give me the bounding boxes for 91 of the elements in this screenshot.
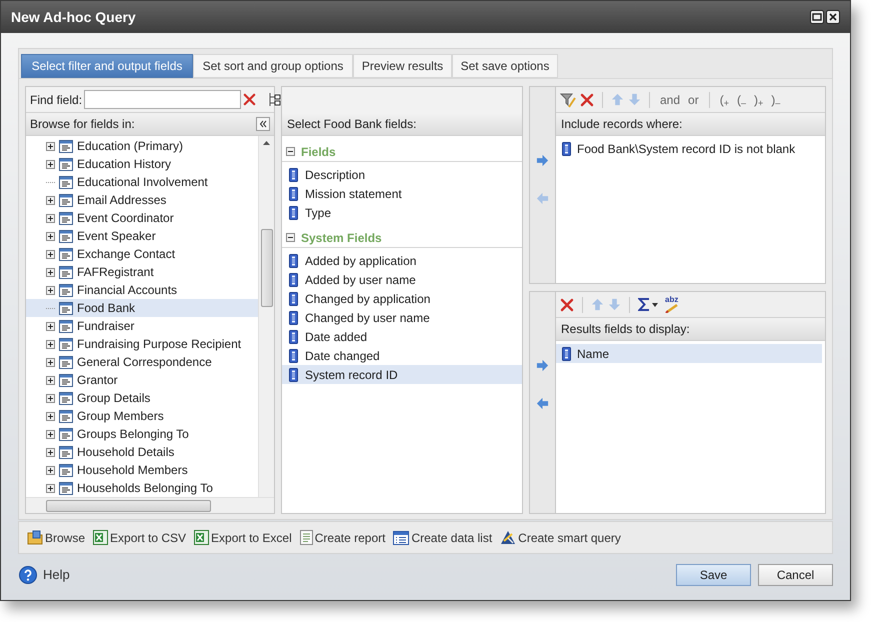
tree-item[interactable]: Email Addresses xyxy=(26,191,258,209)
tree-item[interactable]: Educational Involvement xyxy=(26,173,258,191)
operator-button[interactable]: ($_{+}$ xyxy=(718,90,731,108)
panel-header: Include records where: xyxy=(561,116,682,133)
tree-item-label: General Correspondence xyxy=(77,354,212,371)
field-label: Added by application xyxy=(305,252,416,270)
field-label: Name xyxy=(577,346,610,362)
tab[interactable]: Set sort and group options xyxy=(193,54,353,78)
field-label: Date added xyxy=(305,328,368,346)
tree-item[interactable]: Event Coordinator xyxy=(26,209,258,227)
tree-item[interactable]: Household Details xyxy=(26,443,258,461)
group-title: System Fields xyxy=(301,230,382,246)
cancel-button[interactable]: Cancel xyxy=(758,564,833,586)
tree-item-label: Group Details xyxy=(77,390,150,407)
tree-item[interactable]: FAFRegistrant xyxy=(26,263,258,281)
tree-item[interactable]: Household Members xyxy=(26,461,258,479)
tree-item[interactable]: Fundraising Purpose Recipient xyxy=(26,335,258,353)
tree-item[interactable]: Group Members xyxy=(26,407,258,425)
field-item[interactable]: Description xyxy=(282,165,522,184)
field-label: Mission statement xyxy=(305,186,402,202)
field-item[interactable]: Mission statement xyxy=(282,184,522,203)
rename-label: abz xyxy=(665,296,678,304)
action-button[interactable]: Export to CSV xyxy=(93,528,186,546)
browse-header: Browse for fields in: xyxy=(30,116,135,133)
field-label: Changed by application xyxy=(305,290,430,308)
tree-item-label: Household Details xyxy=(77,444,174,461)
tree-item-label: Education History xyxy=(77,156,172,173)
tree-item-label: Household Members xyxy=(77,462,188,479)
field-item[interactable]: Date added xyxy=(282,327,522,346)
action-button[interactable]: Create report xyxy=(300,528,386,546)
tree-item-label: Fundraising Purpose Recipient xyxy=(77,336,242,353)
tree-item-label: Event Speaker xyxy=(77,228,156,245)
save-button[interactable]: Save xyxy=(676,564,751,586)
field-item[interactable]: Changed by application xyxy=(282,289,522,308)
tab[interactable]: Preview results xyxy=(353,54,452,78)
tree-item-label: Educational Involvement xyxy=(77,174,208,191)
operator-button[interactable]: and xyxy=(658,90,682,108)
field-item[interactable]: System record ID xyxy=(282,365,522,384)
action-button[interactable]: Create smart query xyxy=(500,528,621,546)
field-label: System record ID xyxy=(305,366,398,384)
tree-item-label: Event Coordinator xyxy=(77,210,174,227)
field-label: Date changed xyxy=(305,348,380,364)
help-link[interactable]: Help xyxy=(18,565,70,585)
tab[interactable]: Select filter and output fields xyxy=(21,54,193,78)
tree-item-label: Email Addresses xyxy=(77,192,166,209)
condition-text[interactable]: Food Bank\System record ID is not blank xyxy=(577,140,796,158)
action-button[interactable]: Export to Excel xyxy=(194,528,292,546)
field-label: Type xyxy=(305,204,332,222)
operator-button[interactable]: ($_{–}$ xyxy=(734,90,748,108)
tree-item[interactable]: Education History xyxy=(26,155,258,173)
field-item[interactable]: Type xyxy=(282,203,522,222)
window-title: New Ad-hoc Query xyxy=(11,8,136,27)
tree-item-label: Exchange Contact xyxy=(77,246,176,263)
tree-item[interactable]: Exchange Contact xyxy=(26,245,258,263)
tree-item[interactable]: Grantor xyxy=(26,371,258,389)
tree-item-label: Fundraiser xyxy=(77,318,134,335)
tree-item[interactable]: Financial Accounts xyxy=(26,281,258,299)
field-item[interactable]: Date changed xyxy=(282,346,522,365)
operator-button[interactable]: )$_{–}$ xyxy=(769,90,782,108)
group-title: Fields xyxy=(301,144,336,160)
field-item[interactable]: Added by application xyxy=(282,251,522,270)
tree-item[interactable]: Groups Belonging To xyxy=(26,425,258,443)
action-button[interactable]: Create data list xyxy=(393,528,492,546)
field-label: Added by user name xyxy=(305,272,416,288)
panel-header: Results fields to display: xyxy=(561,321,690,338)
tree-item[interactable]: Education (Primary) xyxy=(26,137,258,155)
tree-item[interactable]: Households Belonging To xyxy=(26,479,258,497)
action-button[interactable]: Browse xyxy=(27,528,86,546)
tree-item[interactable]: Event Speaker xyxy=(26,227,258,245)
tree-item-label: Groups Belonging To xyxy=(77,426,189,443)
fields-header: Select Food Bank fields: xyxy=(287,116,416,133)
field-label: Changed by user name xyxy=(305,310,430,326)
tree-item-label: Food Bank xyxy=(77,300,136,317)
find-field-label: Find field: xyxy=(30,92,82,108)
tree-item[interactable]: Food Bank xyxy=(26,299,258,317)
tree-item[interactable]: Fundraiser xyxy=(26,317,258,335)
tree-item-label: Grantor xyxy=(77,372,118,389)
tree-item[interactable]: General Correspondence xyxy=(26,353,258,371)
operator-button[interactable]: )$_{+}$ xyxy=(752,90,766,108)
tree-item-label: Financial Accounts xyxy=(77,282,178,299)
output-field[interactable]: Name xyxy=(556,344,822,363)
tree-item-label: Group Members xyxy=(77,408,164,425)
tab[interactable]: Set save options xyxy=(452,54,558,78)
tree-item-label: Households Belonging To xyxy=(77,480,213,497)
tree-item-label: FAFRegistrant xyxy=(77,264,154,281)
field-item[interactable]: Added by user name xyxy=(282,270,522,289)
tree-item-label: Education (Primary) xyxy=(77,138,184,155)
tree-item[interactable]: Group Details xyxy=(26,389,258,407)
field-label: Description xyxy=(305,166,366,184)
operator-button[interactable]: or xyxy=(686,90,701,108)
field-item[interactable]: Changed by user name xyxy=(282,308,522,327)
